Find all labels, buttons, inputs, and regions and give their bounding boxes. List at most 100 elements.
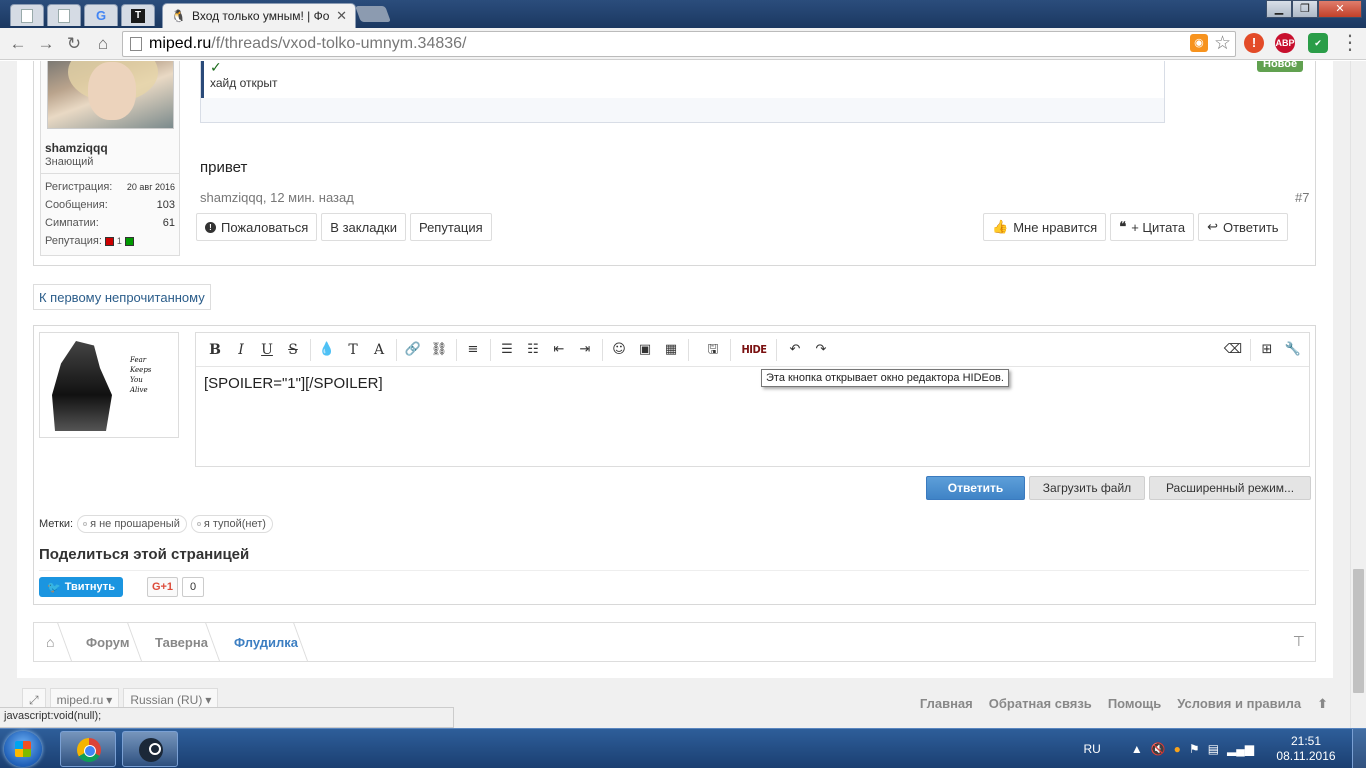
tray-app-icon[interactable]: ● bbox=[1174, 742, 1181, 756]
outdent-icon[interactable]: ⇤ bbox=[548, 339, 570, 361]
device-icon[interactable]: ▤ bbox=[1208, 742, 1219, 756]
quote-button[interactable]: ❝ + Цитата bbox=[1110, 213, 1195, 241]
remove-format-icon[interactable]: ⌫ bbox=[1222, 339, 1244, 361]
wrench-icon[interactable]: 🔧 bbox=[1282, 339, 1304, 361]
action-center-flag-icon[interactable]: ⚑ bbox=[1189, 742, 1200, 756]
stat-label: Репутация: bbox=[45, 235, 102, 247]
tab-t[interactable]: T bbox=[121, 4, 155, 26]
new-tab-button[interactable] bbox=[355, 6, 391, 22]
tab-pinned-2[interactable] bbox=[47, 4, 81, 26]
undo-icon[interactable]: ↶ bbox=[784, 339, 806, 361]
windows-logo-icon bbox=[15, 741, 31, 757]
sitemap-icon[interactable]: ⊤ bbox=[1293, 633, 1305, 650]
tag-item[interactable]: я тупой(нет) bbox=[190, 515, 273, 533]
tab-google[interactable]: G bbox=[84, 4, 118, 26]
language-indicator[interactable]: RU bbox=[1083, 742, 1100, 756]
strikethrough-icon[interactable]: S bbox=[282, 339, 304, 361]
report-button[interactable]: ! Пожаловаться bbox=[196, 213, 318, 241]
bookmark-star-icon[interactable]: ☆ bbox=[1214, 34, 1231, 54]
vertical-scrollbar[interactable] bbox=[1350, 61, 1366, 728]
user-stats: Регистрация: 20 авг 2016 Сообщения: 103 … bbox=[41, 173, 179, 254]
bullet-list-icon[interactable]: ☰ bbox=[496, 339, 518, 361]
link-icon[interactable]: 🔗 bbox=[402, 339, 424, 361]
shield-extension-icon[interactable]: ✔ bbox=[1308, 33, 1328, 53]
media-icon[interactable]: ▦ bbox=[660, 339, 682, 361]
smiley-icon[interactable]: ☺ bbox=[608, 339, 630, 361]
submit-reply-button[interactable]: Ответить bbox=[926, 476, 1025, 500]
unlink-icon[interactable]: ⛓ bbox=[428, 339, 450, 361]
close-tab-icon[interactable]: ✕ bbox=[336, 8, 347, 24]
close-window-button[interactable]: ✕ bbox=[1318, 0, 1362, 18]
start-button[interactable] bbox=[4, 731, 42, 767]
stat-value[interactable]: 103 bbox=[157, 199, 175, 211]
post-permalink[interactable]: #7 bbox=[1295, 190, 1309, 205]
save-draft-icon[interactable]: 🖫 bbox=[702, 339, 724, 361]
clock[interactable]: 21:51 08.11.2016 bbox=[1270, 734, 1342, 764]
tray-icons: ▲ 🔇 ● ⚑ ▤ ▂▄▆ bbox=[1131, 742, 1254, 756]
username[interactable]: shamziqqq bbox=[45, 141, 108, 155]
footer-link-help[interactable]: Помощь bbox=[1108, 696, 1161, 712]
post-meta[interactable]: shamziqqq, 12 мин. назад bbox=[200, 190, 354, 205]
footer-link-home[interactable]: Главная bbox=[920, 696, 973, 712]
rep-value: 1 bbox=[116, 236, 122, 246]
rss-icon[interactable]: ◉ bbox=[1189, 34, 1208, 52]
tab-pinned-1[interactable] bbox=[10, 4, 44, 26]
tweet-button[interactable]: 🐦 Твитнуть bbox=[39, 577, 123, 597]
underline-icon[interactable]: U bbox=[256, 339, 278, 361]
avatar[interactable] bbox=[47, 61, 174, 129]
font-size-icon[interactable]: T bbox=[342, 339, 364, 361]
address-bar[interactable]: miped.ru/f/threads/vxod-tolko-umnym.3483… bbox=[122, 31, 1236, 57]
first-unread-link[interactable]: К первому непрочитанному bbox=[33, 284, 211, 310]
reply-button[interactable]: ↩ Ответить bbox=[1198, 213, 1288, 241]
redo-icon[interactable]: ↷ bbox=[810, 339, 832, 361]
indent-icon[interactable]: ⇥ bbox=[574, 339, 596, 361]
back-icon[interactable]: ← bbox=[8, 34, 28, 54]
image-icon[interactable]: ▣ bbox=[634, 339, 656, 361]
advanced-mode-button[interactable]: Расширенный режим... bbox=[1149, 476, 1311, 500]
alert-extension-icon[interactable]: ! bbox=[1244, 33, 1264, 53]
t-icon: T bbox=[131, 8, 145, 23]
home-icon[interactable]: ⌂ bbox=[93, 34, 113, 54]
like-button[interactable]: 👍 Мне нравится bbox=[983, 213, 1107, 241]
editor-content[interactable]: [SPOILER="1"][/SPOILER] bbox=[196, 367, 1309, 400]
italic-icon[interactable]: I bbox=[230, 339, 252, 361]
volume-muted-icon[interactable]: 🔇 bbox=[1151, 742, 1166, 756]
reply-icon: ↩ bbox=[1207, 219, 1218, 234]
minimize-button[interactable]: ▁ bbox=[1266, 0, 1292, 18]
forward-icon[interactable]: → bbox=[36, 34, 56, 54]
gplus-button[interactable]: G+1 bbox=[147, 577, 178, 597]
tag-item[interactable]: я не прошареный bbox=[77, 515, 187, 533]
scrollbar-thumb[interactable] bbox=[1353, 569, 1364, 693]
hide-tooltip: Эта кнопка открывает окно редактора HIDE… bbox=[761, 369, 1009, 387]
reload-icon[interactable]: ↻ bbox=[64, 34, 84, 54]
taskbar-steam[interactable] bbox=[122, 731, 178, 767]
footer-link-feedback[interactable]: Обратная связь bbox=[989, 696, 1092, 712]
hidden-content-block: ✓ хайд открыт bbox=[200, 61, 1165, 123]
font-family-icon[interactable]: A bbox=[368, 339, 390, 361]
network-signal-icon[interactable]: ▂▄▆ bbox=[1227, 742, 1254, 756]
url-host: miped.ru bbox=[149, 35, 212, 52]
tray-arrow-icon[interactable]: ▲ bbox=[1131, 742, 1143, 756]
maximize-button[interactable]: ❐ bbox=[1292, 0, 1318, 18]
bold-icon[interactable]: B bbox=[204, 339, 226, 361]
rep-plus-icon[interactable] bbox=[124, 236, 134, 246]
numbered-list-icon[interactable]: ☷ bbox=[522, 339, 544, 361]
avatar[interactable]: Fear Keeps You Alive bbox=[39, 332, 179, 438]
taskbar-chrome[interactable] bbox=[60, 731, 116, 767]
scroll-top-icon[interactable]: ⬆ bbox=[1317, 696, 1328, 712]
align-icon[interactable]: ≡ bbox=[462, 339, 484, 361]
hide-button[interactable]: HIDE bbox=[739, 339, 769, 361]
footer-link-terms[interactable]: Условия и правила bbox=[1177, 696, 1301, 712]
bookmark-button[interactable]: В закладки bbox=[321, 213, 406, 241]
upload-file-button[interactable]: Загрузить файл bbox=[1029, 476, 1145, 500]
rep-minus-icon[interactable] bbox=[104, 236, 114, 246]
text-color-icon[interactable]: 💧 bbox=[316, 339, 338, 361]
toggle-source-icon[interactable]: ⊞ bbox=[1256, 339, 1278, 361]
google-icon: G bbox=[95, 8, 107, 23]
adblock-extension-icon[interactable]: ABP bbox=[1275, 33, 1295, 53]
active-tab[interactable]: 🐧 Вход только умным! | Фо ✕ bbox=[162, 3, 356, 28]
chrome-menu-icon[interactable]: ⋮ bbox=[1340, 33, 1360, 53]
show-desktop-button[interactable] bbox=[1352, 729, 1366, 768]
tags-label: Метки: bbox=[39, 518, 74, 530]
reputation-button[interactable]: Репутация bbox=[409, 213, 492, 241]
